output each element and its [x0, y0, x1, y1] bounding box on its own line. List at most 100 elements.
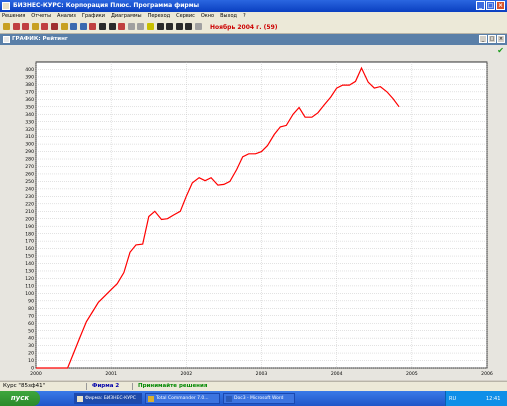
y-tick-label: 0 — [31, 366, 34, 372]
y-tick-label: 10 — [28, 358, 34, 364]
y-tick-label: 330 — [25, 119, 34, 125]
task-label: Total Commander 7.0... — [156, 396, 209, 401]
menu-exit[interactable]: Выход — [220, 12, 237, 21]
chart-window-title: ГРАФИК: Рейтинг — [12, 36, 68, 42]
task-total-commander[interactable]: Total Commander 7.0... — [145, 393, 220, 404]
toolbar-icon[interactable] — [99, 23, 106, 30]
y-tick-label: 30 — [28, 343, 34, 349]
total-commander-icon — [148, 396, 154, 402]
x-tick-label: 2003 — [256, 371, 268, 377]
toolbar-icon[interactable] — [127, 23, 135, 30]
y-tick-label: 60 — [28, 321, 34, 327]
toolbar-icon[interactable] — [22, 23, 30, 30]
toolbar-icon[interactable] — [12, 23, 20, 30]
toolbar-icon[interactable] — [137, 23, 145, 30]
y-tick-label: 240 — [25, 186, 34, 192]
chart-window-icon — [3, 36, 10, 43]
chart-maximize-button[interactable]: □ — [488, 35, 496, 43]
menu-help[interactable]: ? — [243, 12, 246, 21]
menu-service[interactable]: Сервис — [176, 12, 195, 21]
toolbar-icon[interactable] — [79, 23, 87, 30]
y-tick-label: 20 — [28, 351, 34, 357]
y-tick-label: 320 — [25, 127, 34, 133]
x-tick-label: 2000 — [30, 371, 42, 377]
chart-window-controls: _ □ × — [479, 35, 505, 43]
toolbar-icon[interactable] — [166, 23, 174, 30]
menu-diagrams[interactable]: Диаграммы — [111, 12, 142, 21]
y-tick-label: 110 — [25, 284, 34, 290]
x-tick-label: 2004 — [331, 371, 343, 377]
confirm-check-icon[interactable]: ✔ — [497, 46, 504, 55]
current-period: Ноябрь 2004 г. (59) — [210, 24, 278, 31]
x-tick-label: 2001 — [105, 371, 117, 377]
y-tick-label: 150 — [25, 254, 34, 260]
y-tick-label: 300 — [25, 142, 34, 148]
task-label: Doc3 - Microsoft Word — [234, 396, 284, 401]
y-tick-label: 160 — [25, 246, 34, 252]
system-tray: RU 12:41 — [445, 391, 507, 406]
toolbar-icon[interactable] — [156, 23, 164, 30]
toolbar-icon[interactable] — [3, 23, 10, 30]
y-tick-label: 250 — [25, 179, 34, 185]
y-tick-label: 190 — [25, 224, 34, 230]
y-tick-label: 200 — [25, 216, 34, 222]
chart-close-button[interactable]: × — [497, 35, 505, 43]
y-tick-label: 230 — [25, 194, 34, 200]
task-label: Фирма: БИЗНЕС-КУРС — [85, 396, 136, 401]
status-bar: Курс "85зф41" Фирма 2 Принимайте решения — [0, 381, 507, 391]
y-tick-label: 90 — [28, 298, 34, 304]
toolbar-icon[interactable] — [108, 23, 116, 30]
y-tick-label: 270 — [25, 164, 34, 170]
toolbar-icon[interactable] — [70, 23, 78, 30]
app-title-bar: БИЗНЕС-КУРС: Корпорация Плюс. Программа … — [0, 0, 507, 12]
chart-window-title-bar: ГРАФИК: Рейтинг _ □ × — [0, 34, 507, 45]
y-tick-label: 50 — [28, 328, 34, 334]
x-tick-label: 2005 — [406, 371, 418, 377]
y-tick-label: 390 — [25, 75, 34, 81]
y-tick-label: 120 — [25, 276, 34, 282]
task-word[interactable]: Doc3 - Microsoft Word — [223, 393, 295, 404]
app-title: БИЗНЕС-КУРС: Корпорация Плюс. Программа … — [13, 2, 200, 9]
chart-window: ГРАФИК: Рейтинг _ □ × ✔ 0 10 20 30 40 50 60 70 8… — [0, 34, 507, 380]
menu-solutions[interactable]: Решения — [2, 12, 25, 21]
menu-graphs[interactable]: Графики — [82, 12, 105, 21]
task-business-course[interactable]: Фирма: БИЗНЕС-КУРС — [74, 393, 142, 404]
menu-goto[interactable]: Переход — [148, 12, 171, 21]
y-tick-label: 170 — [25, 239, 34, 245]
y-tick-label: 380 — [25, 82, 34, 88]
y-tick-label: 340 — [25, 112, 34, 118]
y-tick-label: 40 — [28, 336, 34, 342]
menu-reports[interactable]: Отчеты — [31, 12, 51, 21]
y-tick-label: 130 — [25, 269, 34, 275]
toolbar-icon[interactable] — [89, 23, 97, 30]
menu-analysis[interactable]: Анализ — [57, 12, 76, 21]
y-tick-label: 180 — [25, 231, 34, 237]
toolbar-icon[interactable] — [195, 23, 202, 30]
y-tick-label: 210 — [25, 209, 34, 215]
minimize-button[interactable]: _ — [476, 1, 485, 10]
toolbar-icon[interactable] — [31, 23, 39, 30]
toolbar-icon[interactable] — [41, 23, 49, 30]
chart-minimize-button[interactable]: _ — [479, 35, 487, 43]
language-indicator[interactable]: RU — [449, 396, 456, 402]
y-tick-label: 400 — [25, 67, 34, 73]
menu-window[interactable]: Окно — [201, 12, 214, 21]
close-button[interactable]: × — [496, 1, 505, 10]
status-separator — [132, 383, 133, 390]
toolbar-icon[interactable] — [185, 23, 193, 30]
window-controls: _ □ × — [476, 1, 505, 10]
x-tick-label: 2006 — [481, 371, 493, 377]
toolbar-icon[interactable] — [147, 23, 154, 30]
start-button[interactable]: пуск — [0, 391, 40, 406]
menu-bar: Решения Отчеты Анализ Графики Диаграммы … — [0, 12, 507, 21]
y-tick-label: 260 — [25, 172, 34, 178]
y-tick-label: 100 — [25, 291, 34, 297]
toolbar-icon[interactable] — [118, 23, 126, 30]
x-tick-label: 2002 — [180, 371, 192, 377]
y-tick-label: 80 — [28, 306, 34, 312]
toolbar-icon[interactable] — [60, 23, 68, 30]
app-task-icon — [77, 396, 83, 402]
toolbar-icon[interactable] — [51, 23, 58, 30]
toolbar-icon[interactable] — [175, 23, 183, 30]
maximize-button[interactable]: □ — [486, 1, 495, 10]
